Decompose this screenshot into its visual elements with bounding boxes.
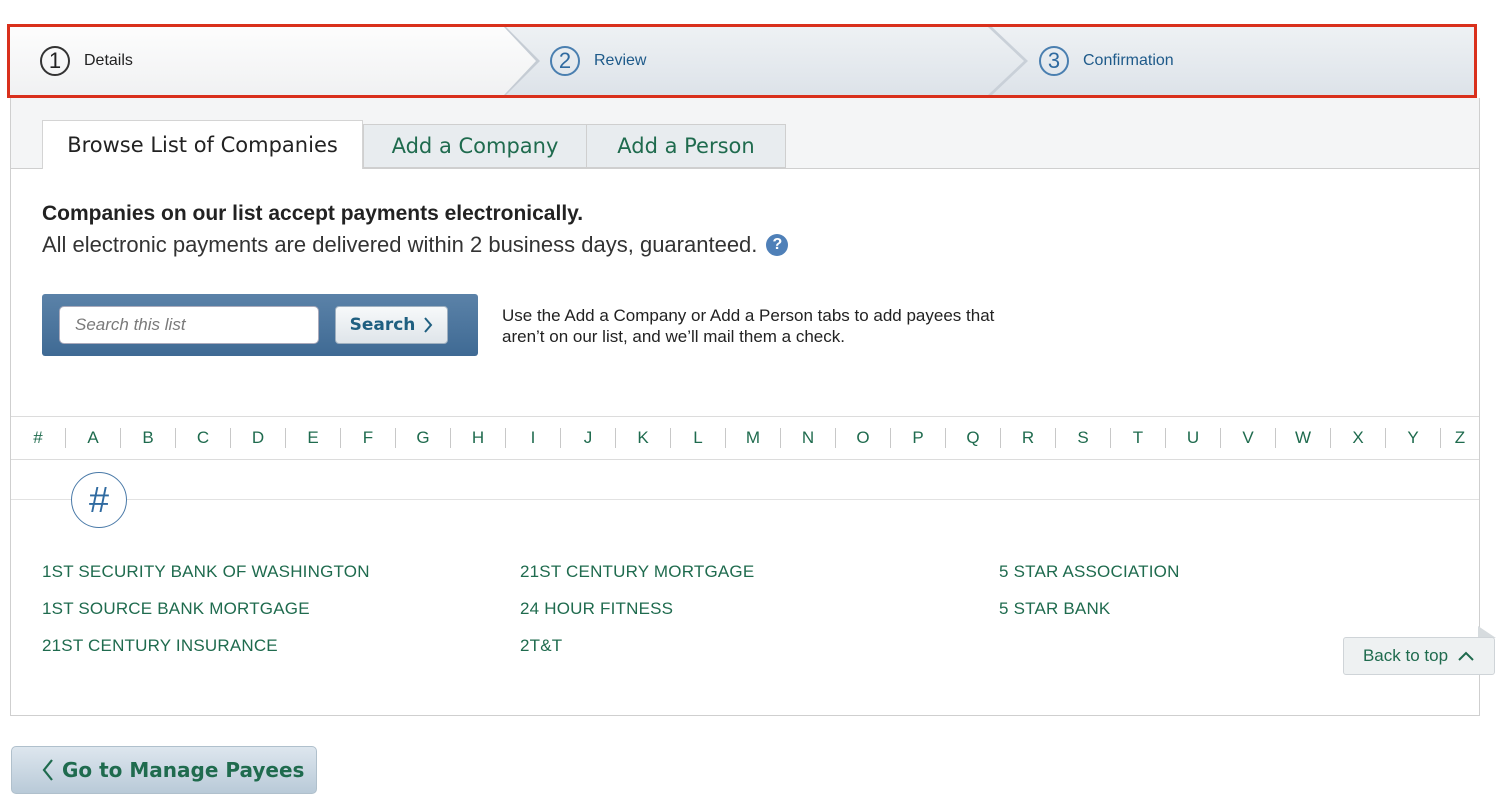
step-number: 3 [1039, 46, 1069, 76]
alpha-link[interactable]: P [891, 428, 946, 448]
tab-browse-list[interactable]: Browse List of Companies [42, 120, 363, 169]
alpha-link[interactable]: O [836, 428, 891, 448]
chevron-right-icon [424, 317, 433, 333]
payee-panel: Browse List of Companies Add a Company A… [10, 98, 1480, 716]
alpha-link[interactable]: L [671, 428, 726, 448]
section-heading-badge: # [71, 472, 127, 528]
step-label: Details [84, 52, 133, 69]
alpha-link[interactable]: M [726, 428, 781, 448]
alpha-link[interactable]: T [1111, 428, 1166, 448]
step-number: 1 [40, 46, 70, 76]
back-to-top-button[interactable]: Back to top [1343, 637, 1495, 675]
alpha-link[interactable]: H [451, 428, 506, 448]
search-box: Search [42, 294, 478, 356]
intro-subtext: All electronic payments are delivered wi… [42, 232, 758, 257]
manage-payees-button[interactable]: Go to Manage Payees [11, 746, 317, 794]
alpha-link[interactable]: G [396, 428, 451, 448]
step-confirmation: 3 Confirmation [1039, 46, 1174, 76]
alpha-link[interactable]: N [781, 428, 836, 448]
alpha-link[interactable]: E [286, 428, 341, 448]
step-divider [986, 27, 1024, 95]
chevron-left-icon [42, 759, 53, 781]
tab-add-company[interactable]: Add a Company [363, 124, 587, 168]
alpha-link[interactable]: B [121, 428, 176, 448]
step-details: 1 Details [40, 46, 133, 76]
search-button-label: Search [349, 315, 416, 335]
tab-add-person[interactable]: Add a Person [587, 124, 786, 168]
alpha-link[interactable]: K [616, 428, 671, 448]
back-to-top-label: Back to top [1362, 646, 1449, 665]
company-link[interactable]: 21ST CENTURY INSURANCE [42, 636, 278, 656]
alpha-link[interactable]: S [1056, 428, 1111, 448]
chevron-up-icon [1458, 651, 1474, 661]
alpha-link[interactable]: V [1221, 428, 1276, 448]
step-label: Confirmation [1083, 52, 1174, 69]
alpha-link[interactable]: A [66, 428, 121, 448]
company-link[interactable]: 24 HOUR FITNESS [520, 599, 673, 619]
company-link[interactable]: 5 STAR ASSOCIATION [999, 562, 1180, 582]
alpha-link[interactable]: W [1276, 428, 1331, 448]
alpha-link[interactable]: F [341, 428, 396, 448]
section-divider [11, 499, 1479, 500]
search-button[interactable]: Search [335, 306, 448, 344]
alpha-link[interactable]: J [561, 428, 616, 448]
company-link[interactable]: 1ST SOURCE BANK MORTGAGE [42, 599, 310, 619]
company-link[interactable]: 21ST CENTURY MORTGAGE [520, 562, 754, 582]
company-link[interactable]: 1ST SECURITY BANK OF WASHINGTON [42, 562, 370, 582]
company-link[interactable]: 2T&T [520, 636, 562, 656]
alpha-link[interactable]: X [1331, 428, 1386, 448]
alpha-link[interactable]: Q [946, 428, 1001, 448]
tab-strip: Browse List of Companies Add a Company A… [11, 98, 1479, 169]
step-number: 2 [550, 46, 580, 76]
alpha-link[interactable]: I [506, 428, 561, 448]
alphabet-index: # A B C D E F G H I J K L M N O P Q R S … [11, 416, 1479, 460]
alpha-link[interactable]: # [11, 428, 66, 448]
progress-steps: 1 Details 2 Review 3 Confirmation [10, 27, 1474, 95]
company-link[interactable]: 5 STAR BANK [999, 599, 1110, 619]
step-label: Review [594, 52, 647, 69]
intro-subtext-row: All electronic payments are delivered wi… [42, 232, 789, 258]
search-note: Use the Add a Company or Add a Person ta… [502, 306, 995, 346]
step-review: 2 Review [550, 46, 646, 76]
alpha-link[interactable]: C [176, 428, 231, 448]
manage-payees-label: Go to Manage Payees [62, 758, 305, 782]
alpha-link[interactable]: U [1166, 428, 1221, 448]
help-icon[interactable]: ? [766, 234, 789, 256]
alpha-link[interactable]: R [1001, 428, 1056, 448]
alpha-link[interactable]: D [231, 428, 286, 448]
intro-heading: Companies on our list accept payments el… [42, 202, 584, 225]
search-input[interactable] [59, 306, 319, 344]
alpha-link[interactable]: Y [1386, 428, 1441, 448]
alpha-link[interactable]: Z [1441, 428, 1479, 448]
